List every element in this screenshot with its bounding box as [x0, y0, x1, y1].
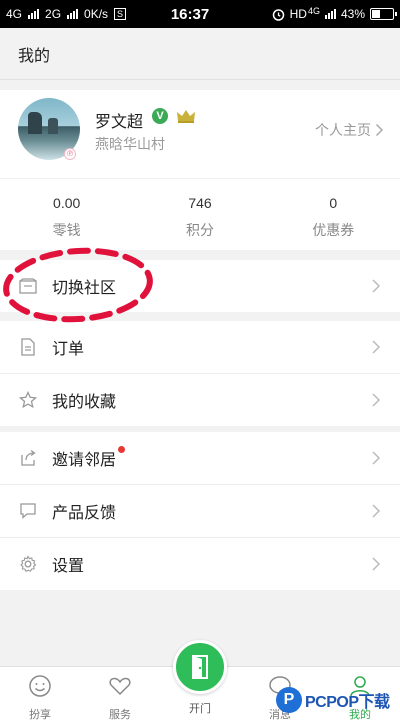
avatar-badge-icon: ℗	[64, 148, 76, 160]
chevron-right-icon	[372, 557, 381, 571]
stat-change[interactable]: 0.00 零钱	[0, 179, 133, 250]
smiley-icon	[29, 675, 51, 697]
battery-icon	[370, 8, 397, 20]
open-door-label: 开门	[189, 703, 211, 715]
stat-label: 积分	[185, 222, 214, 238]
page-title: 我的	[18, 47, 51, 65]
stat-points[interactable]: 746 积分	[133, 179, 266, 250]
menu-item-feedback[interactable]: 产品反馈	[0, 485, 400, 537]
sim1-label: 4G	[6, 7, 23, 21]
community-icon	[19, 278, 37, 294]
crown-icon	[177, 110, 195, 123]
stat-coupons[interactable]: 0 优惠券	[267, 179, 400, 250]
menu-item-orders[interactable]: 订单	[0, 321, 400, 373]
menu-item-switch-community[interactable]: 切换社区	[0, 260, 400, 312]
notification-dot	[118, 446, 126, 453]
user-name: 罗文超	[95, 114, 144, 131]
menu-item-invite-neighbors[interactable]: 邀请邻居	[0, 432, 400, 484]
clock: 16:37	[170, 5, 210, 23]
tab-share[interactable]: 扮享	[10, 673, 70, 720]
chevron-right-icon	[372, 451, 381, 465]
alarm-icon	[272, 8, 284, 21]
document-icon	[21, 338, 35, 356]
door-icon	[192, 655, 208, 679]
menu-item-label: 我的收藏	[52, 394, 117, 411]
menu-item-label: 切换社区	[52, 280, 117, 297]
wallet-stats: 0.00 零钱 746 积分 0 优惠券	[0, 178, 400, 250]
menu-item-label: 设置	[52, 558, 85, 575]
menu-item-settings[interactable]: 设置	[0, 538, 400, 590]
share-icon	[21, 449, 36, 466]
signal-icon	[67, 9, 79, 19]
personal-homepage-link[interactable]: 个人主页	[315, 120, 384, 140]
chevron-right-icon	[372, 279, 381, 293]
open-door-button[interactable]	[173, 640, 227, 694]
page-title-bar: 我的	[0, 28, 400, 80]
personal-homepage-label: 个人主页	[315, 122, 371, 138]
chevron-right-icon	[372, 393, 381, 407]
star-icon	[19, 391, 37, 409]
menu-item-label: 产品反馈	[52, 505, 117, 522]
gear-icon	[20, 555, 37, 573]
menu-item-label: 订单	[52, 341, 85, 358]
tab-label: 扮享	[29, 709, 51, 720]
tab-label: 服务	[109, 709, 131, 720]
sim2-label: 2G	[45, 7, 62, 21]
watermark-logo-icon: P	[276, 687, 302, 713]
tab-service[interactable]: 服务	[90, 673, 150, 720]
menu-item-text: 邀请邻居	[52, 452, 117, 469]
network-speed: 0K/s	[84, 7, 109, 21]
signal-icon	[324, 9, 336, 19]
profile-card[interactable]: ℗ 罗文超 V 燕晗华山村 个人主页	[0, 90, 400, 178]
menu-item-label: 邀请邻居	[52, 446, 370, 470]
status-bar: 4G 2G 0K/s S 16:37 HD 4G 43%	[0, 0, 400, 28]
verified-icon: V	[152, 108, 168, 124]
watermark-text: PCPOP下载	[305, 694, 390, 711]
stat-value: 0	[329, 195, 338, 211]
network-type: 4G	[307, 6, 320, 16]
menu-item-favorites[interactable]: 我的收藏	[0, 374, 400, 426]
chevron-right-icon	[372, 504, 381, 518]
stat-value: 746	[188, 195, 212, 211]
battery-percent: 43%	[340, 7, 365, 21]
watermark-logo: P PCPOP下载	[276, 680, 400, 720]
chat-bubble-icon	[20, 503, 36, 519]
chevron-right-icon	[375, 123, 384, 137]
stat-label: 优惠券	[312, 222, 355, 238]
hd-label: HD	[289, 7, 307, 21]
stat-label: 零钱	[52, 222, 81, 238]
signal-icon	[28, 9, 40, 19]
heart-icon	[109, 677, 131, 696]
sim-card-icon: S	[114, 8, 127, 20]
stat-value: 0.00	[53, 195, 81, 211]
chevron-right-icon	[372, 340, 381, 354]
community-name: 燕晗华山村	[95, 136, 165, 152]
